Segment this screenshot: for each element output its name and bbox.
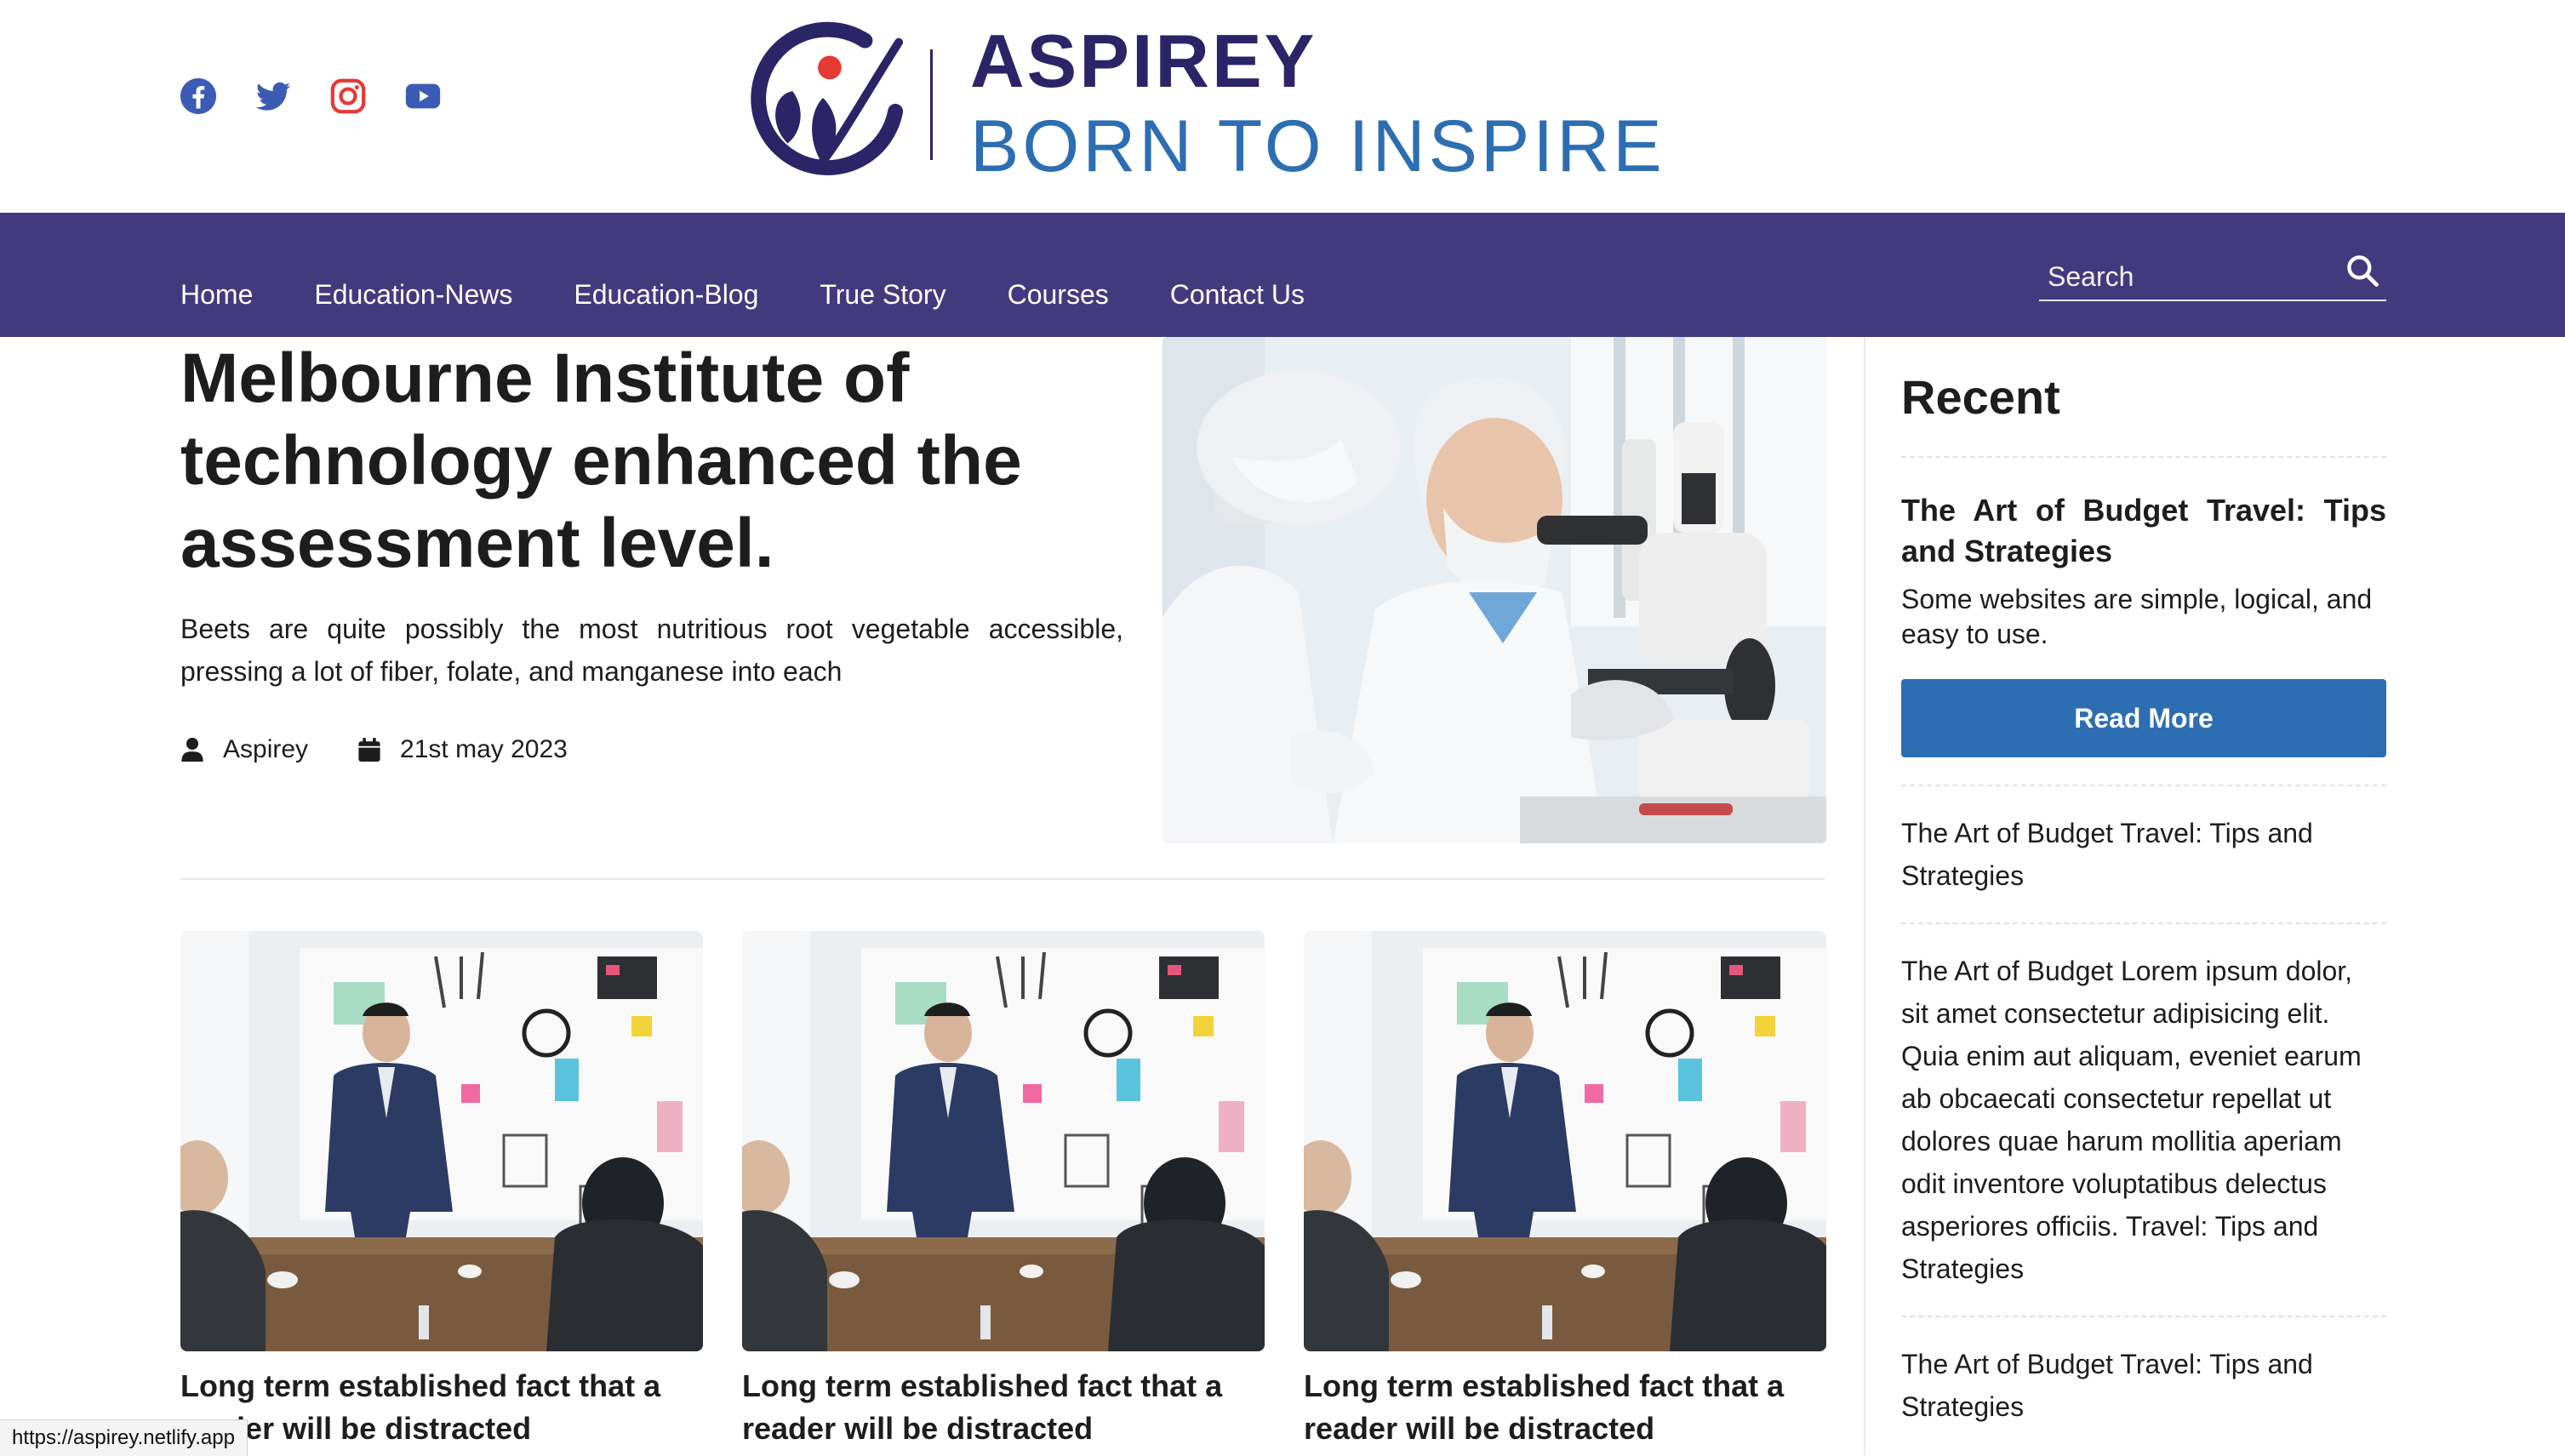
search-icon[interactable] (2344, 252, 2381, 289)
calendar-icon (358, 738, 380, 762)
status-bar-url: https://aspirey.netlify.app (0, 1419, 248, 1456)
brand-name: ASPIREY (970, 19, 1317, 103)
nav-item-contact-us[interactable]: Contact Us (1170, 277, 1305, 311)
nav-item-home[interactable]: Home (180, 277, 253, 311)
date-meta: 21st may 2023 (357, 735, 568, 764)
author-meta: Aspirey (180, 735, 308, 764)
site-logo[interactable]: ASPIREY BORN TO INSPIRE (739, 17, 1662, 187)
card-image[interactable] (742, 931, 1265, 1351)
meeting-photo (1304, 931, 1826, 1351)
sidebar-separator (1901, 456, 2386, 458)
card-title[interactable]: Long term established fact that a reader… (1304, 1365, 1826, 1450)
recent-post-link[interactable]: The Art of Budget Lorem ipsum dolor, sit… (1901, 924, 2386, 1316)
brand-tagline: BORN TO INSPIRE (970, 106, 1665, 187)
search-box (2039, 248, 2386, 301)
main-nav: Home Education-News Education-Blog True … (0, 213, 2565, 337)
featured-post-excerpt: Some websites are simple, logical, and e… (1901, 584, 2373, 649)
card-title[interactable]: Long term established fact that a reader… (180, 1365, 703, 1450)
site-header: ASPIREY BORN TO INSPIRE (0, 0, 2565, 213)
youtube-icon[interactable] (403, 77, 443, 116)
article-card[interactable]: Long term established fact that a reader… (180, 931, 703, 1450)
read-more-button[interactable]: Read More (1901, 679, 2386, 757)
hero-image[interactable] (1163, 337, 1826, 843)
sidebar-heading: Recent (1901, 370, 2060, 424)
recent-sidebar: Recent The Art of Budget Travel: Tips an… (1901, 363, 2386, 1453)
recent-post-link[interactable]: The Art of Budget Travel: Tips and Strat… (1901, 1317, 2386, 1453)
card-title[interactable]: Long term established fact that a reader… (742, 1365, 1265, 1450)
section-divider (180, 878, 1825, 880)
article-card[interactable]: Long term established fact that a reader… (1304, 931, 1826, 1450)
instagram-icon[interactable] (328, 77, 368, 116)
twitter-icon[interactable] (254, 77, 293, 116)
main-content: Melbourne Institute of technology enhanc… (0, 337, 2565, 1455)
social-links (179, 77, 443, 116)
logo-divider (930, 49, 933, 160)
logo-mark-icon (751, 21, 904, 175)
search-input[interactable] (2046, 259, 2339, 294)
card-image[interactable] (1304, 931, 1826, 1351)
recent-post-link[interactable]: The Art of Budget Travel: Tips and Strat… (1901, 786, 2386, 922)
card-image[interactable] (180, 931, 703, 1351)
nav-item-true-story[interactable]: True Story (820, 277, 945, 311)
hero-description: Beets are quite possibly the most nutrit… (180, 614, 1123, 687)
meeting-photo (180, 931, 703, 1351)
meeting-photo (742, 931, 1265, 1351)
post-date: 21st may 2023 (400, 735, 568, 763)
user-icon (181, 738, 203, 762)
post-meta: Aspirey 21st may 2023 (180, 735, 617, 764)
author-name[interactable]: Aspirey (223, 735, 308, 764)
sidebar-divider (1864, 337, 1865, 1455)
nav-item-education-news[interactable]: Education-News (314, 277, 512, 311)
lab-scientist-photo (1163, 337, 1826, 843)
article-card[interactable]: Long term established fact that a reader… (742, 931, 1265, 1450)
hero-title[interactable]: Melbourne Institute of technology enhanc… (180, 337, 1134, 585)
nav-item-courses[interactable]: Courses (1008, 277, 1109, 311)
nav-items: Home Education-News Education-Blog True … (180, 277, 1305, 311)
nav-item-education-blog[interactable]: Education-Blog (574, 277, 758, 311)
facebook-icon[interactable] (179, 77, 218, 116)
featured-post-title[interactable]: The Art of Budget Travel: Tips and Strat… (1901, 490, 2386, 572)
